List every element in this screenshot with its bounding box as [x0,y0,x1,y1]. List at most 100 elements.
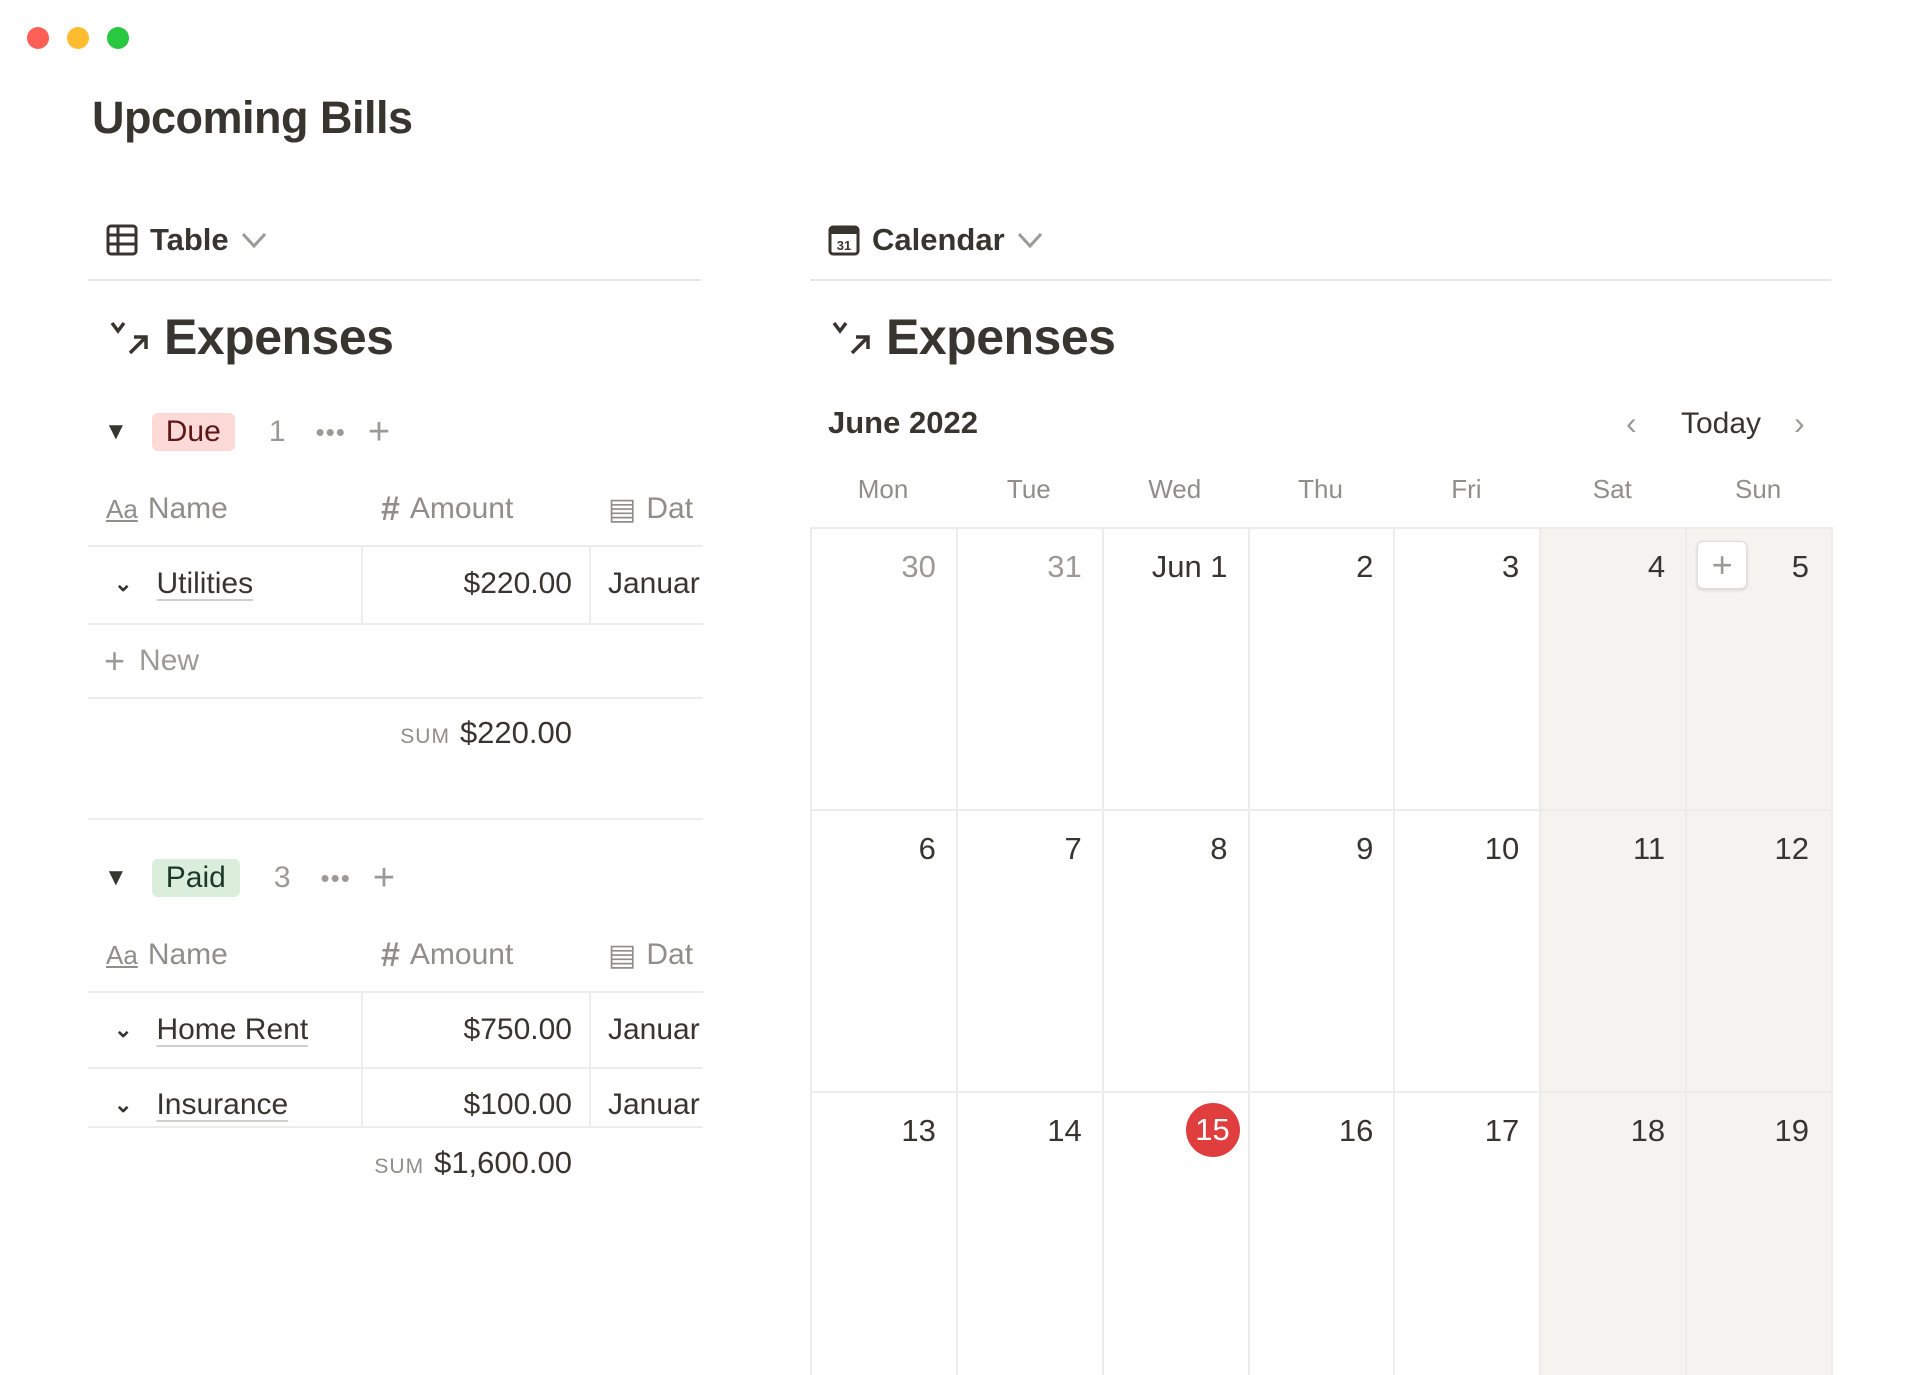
calendar-day-cell[interactable]: 14 [955,1091,1104,1375]
calendar-day-cell[interactable]: 13 [810,1091,958,1375]
svg-text:31: 31 [837,238,851,253]
number-property-icon: # [381,489,400,528]
row-date[interactable]: Januar [608,1083,703,1127]
column-header-label: Name [147,938,228,971]
day-number: 18 [1630,1113,1666,1148]
calendar-day-cell[interactable]: 15 [1101,1091,1250,1375]
sum-due[interactable]: SUM $220.00 [400,715,572,751]
column-header-label: Amount [409,938,514,971]
new-row-button[interactable]: + New [104,639,199,683]
row-date[interactable]: Januar [608,562,703,606]
row-amount[interactable]: $750.00 [362,1008,572,1052]
column-header-amount[interactable]: # Amount [381,487,513,531]
expand-chevron-icon[interactable]: ⌄ [114,571,132,597]
row-amount[interactable]: $220.00 [362,562,572,606]
database-title[interactable]: Expenses [832,308,1116,366]
minimize-window-button[interactable] [67,27,89,49]
column-header-name[interactable]: Aa Name [106,933,228,977]
add-icon[interactable]: + [373,857,395,900]
expand-chevron-icon[interactable]: ⌄ [114,1092,132,1118]
calendar-day-cell[interactable]: 30 [810,527,958,811]
sum-value: $220.00 [459,715,572,750]
row-divider [88,991,703,993]
calendar-day-cell[interactable]: 5 + [1685,527,1833,811]
day-number: 5 [1791,549,1809,584]
close-window-button[interactable] [27,27,49,49]
day-number: 14 [1047,1113,1082,1148]
day-number: 4 [1647,549,1666,584]
row-divider [88,623,703,625]
day-number: 10 [1484,831,1520,866]
column-divider [589,547,591,624]
table-icon [106,224,138,256]
table-row[interactable]: ⌄ Insurance [114,1083,288,1127]
group-count: 1 [268,415,286,448]
row-name[interactable]: Home Rent [156,1013,308,1047]
calendar-day-cell[interactable]: 31 [955,527,1104,811]
table-row[interactable]: ⌄ Utilities [114,562,253,606]
calendar-day-cell[interactable]: Jun 1 [1101,527,1250,811]
day-number: 19 [1774,1113,1809,1148]
tab-table-view[interactable]: Table [106,220,267,260]
row-date[interactable]: Januar [608,1008,703,1052]
calendar-day-cell[interactable]: 19 [1685,1091,1833,1375]
calendar-day-cell[interactable]: 2 [1247,527,1396,811]
collapse-triangle-icon[interactable]: ▼ [104,864,128,892]
plus-icon: + [104,640,126,681]
column-header-label: Dat [646,938,694,971]
expand-chevron-icon[interactable]: ⌄ [114,1017,132,1043]
day-number: 8 [1210,831,1228,866]
column-header-name[interactable]: Aa Name [106,487,228,531]
calendar-day-cell[interactable]: 7 [955,809,1104,1093]
column-header-amount[interactable]: # Amount [381,933,513,977]
calendar-day-cell[interactable]: 6 [810,809,958,1093]
day-number: 11 [1632,831,1666,866]
zoom-window-button[interactable] [107,27,129,49]
calendar-day-cell[interactable]: 12 [1685,809,1833,1093]
text-property-icon: Aa [106,939,138,970]
database-title-text: Expenses [164,309,394,365]
calendar-day-cell[interactable]: 10 [1393,809,1542,1093]
row-amount[interactable]: $100.00 [362,1083,572,1127]
collapse-triangle-icon[interactable]: ▼ [104,418,128,446]
more-options-icon[interactable]: ••• [316,417,346,448]
column-header-date[interactable]: ▤ Dat [608,487,703,531]
day-number: 17 [1484,1113,1520,1148]
day-number: Jun 1 [1151,549,1228,584]
row-name[interactable]: Utilities [156,567,253,601]
weekday-sat: Sat [1592,474,1632,504]
row-name[interactable]: Insurance [156,1088,288,1122]
today-button[interactable]: Today [1681,407,1761,441]
calendar-day-cell[interactable]: 4 [1539,527,1688,811]
database-title[interactable]: Expenses [110,308,394,366]
text-property-icon: Aa [106,493,138,524]
calendar-day-cell[interactable]: 8 [1101,809,1250,1093]
add-icon[interactable]: + [368,411,390,454]
status-tag-paid: Paid [151,859,240,897]
calendar-day-cell[interactable]: 9 [1247,809,1396,1093]
prev-month-button[interactable]: ‹ [1626,405,1637,442]
more-options-icon[interactable]: ••• [321,863,351,894]
tab-calendar-view[interactable]: 31 Calendar [828,220,1043,260]
column-header-label: Dat [646,492,694,525]
table-row[interactable]: ⌄ Home Rent [114,1008,308,1052]
chevron-down-icon [241,232,266,249]
calendar-icon: 31 [828,225,860,256]
tab-label: Table [150,222,229,257]
status-tag-due: Due [151,413,235,451]
calendar-property-icon: ▤ [608,492,637,526]
day-number: 7 [1064,831,1082,866]
calendar-day-cell[interactable]: 16 [1247,1091,1396,1375]
next-month-button[interactable]: › [1794,405,1805,442]
column-header-date[interactable]: ▤ Dat [608,933,703,977]
add-event-button[interactable]: + [1697,541,1748,589]
calendar-day-cell[interactable]: 3 [1393,527,1542,811]
column-divider [589,993,591,1127]
calendar-day-cell[interactable]: 11 [1539,809,1688,1093]
sum-paid[interactable]: SUM $1,600.00 [374,1145,572,1181]
sum-label: SUM [374,1155,425,1178]
calendar-day-cell[interactable]: 17 [1393,1091,1542,1375]
divider [810,279,1831,281]
sum-value: $1,600.00 [434,1145,572,1180]
calendar-day-cell[interactable]: 18 [1539,1091,1688,1375]
